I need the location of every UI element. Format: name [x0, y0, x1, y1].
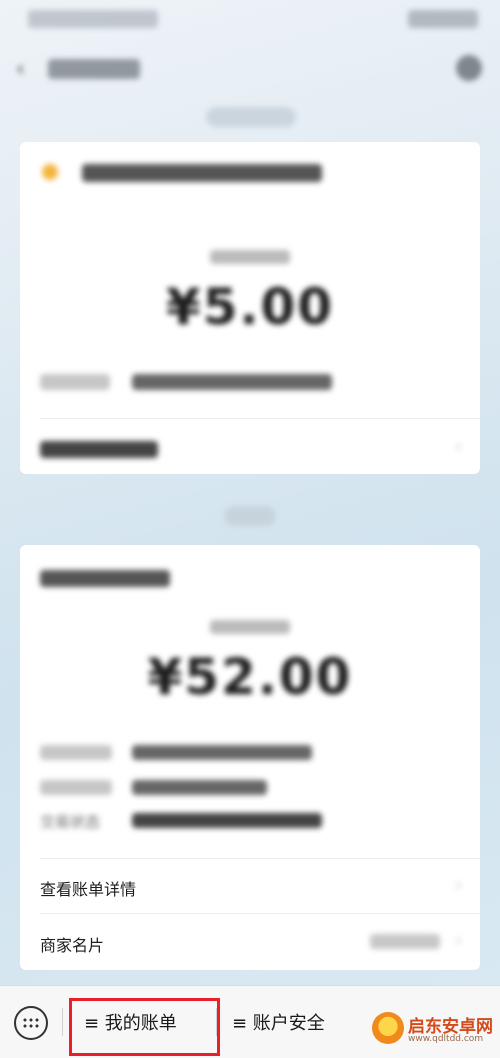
detail-value [132, 745, 312, 760]
row-label [40, 441, 158, 458]
highlight-box [69, 998, 220, 1056]
nav-bar: ‹ [0, 45, 500, 95]
detail-label [40, 745, 112, 760]
divider [40, 418, 480, 419]
detail-value [132, 374, 332, 390]
detail-label: 交易状态 [40, 813, 101, 831]
chevron-right-icon: › [454, 930, 462, 951]
divider [40, 858, 480, 859]
detail-value [132, 780, 267, 795]
divider [40, 913, 480, 914]
detail-value [132, 813, 322, 828]
detail-label [40, 780, 112, 795]
status-bar [0, 0, 500, 40]
chevron-right-icon: › [454, 436, 462, 457]
merchant-logo-icon [42, 164, 58, 180]
payment-card[interactable]: ¥52.00 交易状态 查看账单详情 › 商家名片 › [20, 545, 480, 970]
message-time [224, 506, 276, 526]
status-left-info [28, 10, 158, 28]
card-title [82, 164, 322, 182]
amount-caption [210, 620, 290, 634]
row-value [370, 934, 440, 949]
chevron-left-icon[interactable]: ‹ [16, 57, 25, 82]
detail-label [40, 374, 110, 390]
gear-icon[interactable] [456, 55, 482, 81]
page-title [48, 59, 140, 79]
watermark-logo-icon [372, 1012, 404, 1044]
payment-card[interactable]: ¥5.00 › [20, 142, 480, 474]
merchant-card-label[interactable]: 商家名片 [40, 932, 104, 956]
bill-detail-label[interactable]: 查看账单详情 [40, 876, 136, 900]
payment-amount: ¥5.00 [165, 278, 335, 336]
watermark: 启东安卓网 www.qdltdd.com [372, 1010, 500, 1050]
card-title [40, 570, 170, 587]
divider [62, 1008, 63, 1036]
amount-caption [210, 250, 290, 264]
chevron-right-icon: › [454, 875, 462, 896]
message-time [206, 107, 296, 127]
status-right-icons [408, 10, 478, 28]
keyboard-icon[interactable] [14, 1006, 48, 1040]
payment-amount: ¥52.00 [147, 648, 353, 706]
watermark-url: www.qdltdd.com [408, 1034, 484, 1044]
menu-account-security[interactable]: ≡ 账户安全 [232, 1004, 342, 1040]
